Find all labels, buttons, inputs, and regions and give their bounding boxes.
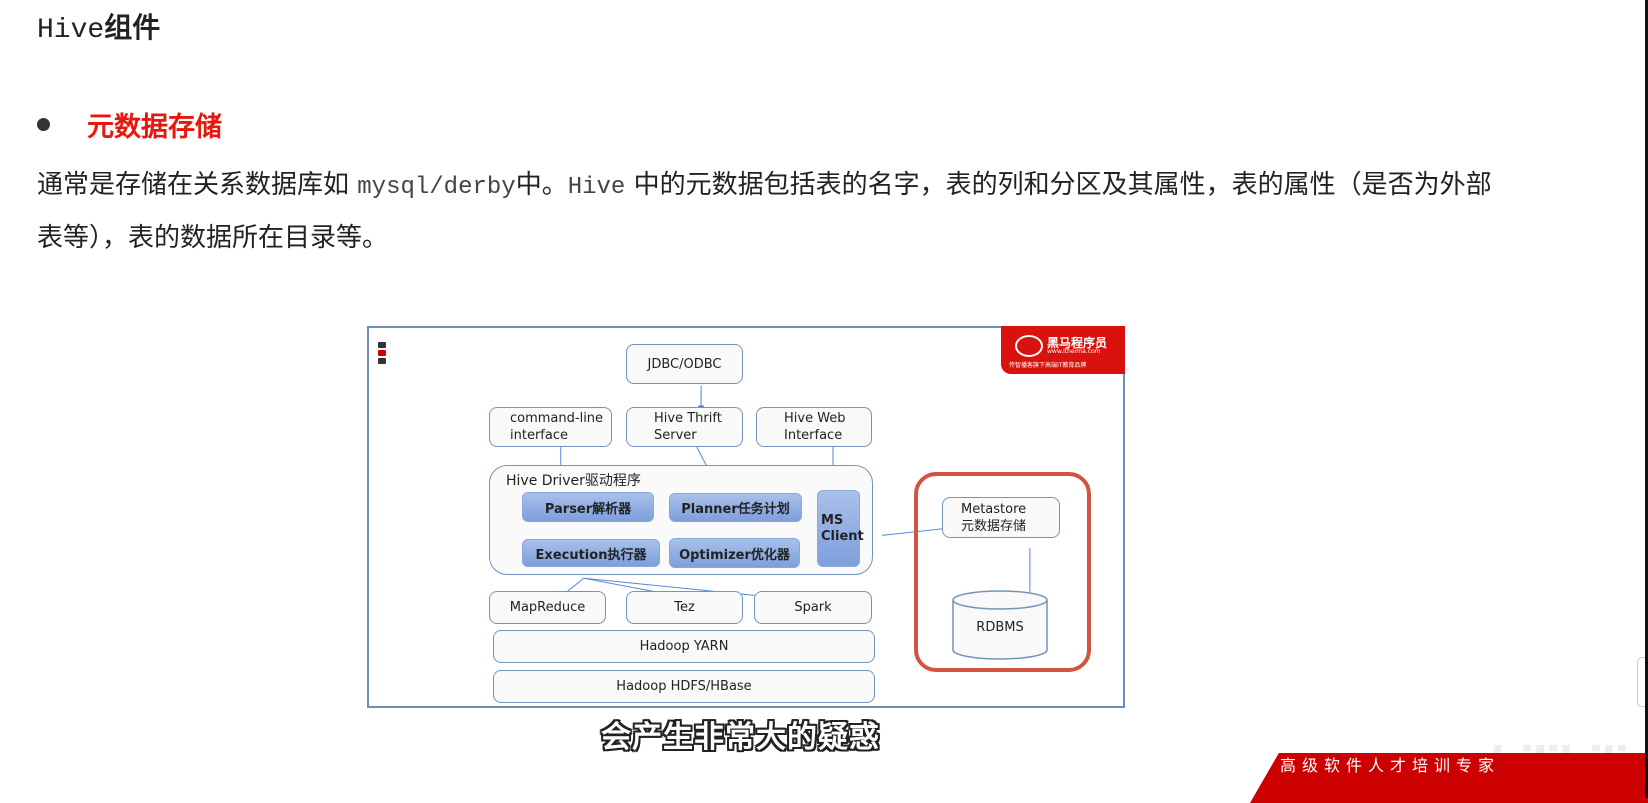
jdbc-odbc-box: JDBC/ODBC — [626, 344, 743, 384]
bullet-dot-icon — [37, 117, 50, 131]
command-line-interface-box: command-line interface — [489, 407, 612, 447]
itheima-logo: 黑马程序员 www.itheima.com 传智播客旗下高端IT教育品牌 — [1001, 326, 1125, 374]
hive-thrift-server-box: Hive Thrift Server — [626, 407, 743, 447]
driver-label: Hive Driver驱动程序 — [506, 473, 641, 489]
planner-box: Planner任务计划 — [669, 493, 802, 522]
side-scroll-handle[interactable] — [1637, 657, 1645, 707]
hadoop-hdfs-hbase-box: Hadoop HDFS/HBase — [493, 670, 875, 703]
thrift-line-2: Server — [654, 428, 697, 443]
mapreduce-box: MapReduce — [489, 591, 606, 624]
thrift-label: Hive Thrift Server — [654, 410, 722, 444]
tez-box: Tez — [626, 591, 743, 624]
logo-url: www.itheima.com — [1047, 348, 1101, 355]
cli-label: command-line interface — [510, 410, 603, 444]
spark-label: Spark — [794, 600, 832, 615]
jdbc-label: JDBC/ODBC — [647, 356, 722, 372]
hdfs-label: Hadoop HDFS/HBase — [616, 679, 752, 694]
bullet-heading: 元数据存储 — [87, 111, 222, 143]
ms-client-line-1: MS — [821, 512, 844, 528]
rdbms-label: RDBMS — [976, 620, 1024, 635]
metastore-box: Metastore 元数据存储 — [942, 497, 1060, 538]
web-line-2: Interface — [784, 428, 843, 443]
slide-menu-icon — [378, 342, 386, 366]
planner-label: Planner任务计划 — [681, 502, 790, 517]
ms-client-label: MS Client — [821, 513, 864, 545]
cli-line-1: command-line — [510, 411, 604, 426]
parser-box: Parser解析器 — [522, 492, 654, 522]
thrift-line-1: Hive Thrift — [654, 411, 722, 426]
para-code-1: mysql/derby — [357, 174, 516, 201]
banner-text: 高级软件人才培训专家 — [1280, 756, 1501, 775]
metastore-label: Metastore 元数据存储 — [961, 501, 1026, 535]
hadoop-yarn-box: Hadoop YARN — [493, 630, 875, 663]
title-cjk: 组件 — [104, 11, 161, 44]
para-text-2: 中。 — [515, 170, 568, 200]
yarn-label: Hadoop YARN — [639, 639, 729, 654]
para-code-2: Hive — [567, 174, 626, 201]
horse-logo-icon — [1015, 335, 1043, 357]
cli-line-2: interface — [510, 428, 568, 443]
optimizer-label: Optimizer优化器 — [679, 547, 790, 563]
execution-label: Execution执行器 — [535, 547, 647, 563]
rdbms-cylinder: RDBMS — [952, 590, 1048, 660]
web-line-1: Hive Web — [784, 411, 846, 426]
parser-label: Parser解析器 — [544, 501, 632, 517]
ms-client-box: MS Client — [817, 490, 864, 567]
optimizer-box: Optimizer优化器 — [669, 538, 800, 568]
execution-box: Execution执行器 — [522, 539, 660, 567]
hive-driver-container: Hive Driver驱动程序 Parser解析器 Planner任务计划 Ex… — [489, 465, 873, 575]
metastore-line-1: Metastore — [961, 501, 1027, 517]
video-subtitle: 会产生非常大的疑惑 — [601, 720, 880, 755]
logo-slogan: 传智播客旗下高端IT教育品牌 — [1009, 362, 1087, 369]
spark-box: Spark — [754, 591, 872, 624]
page-title: Hive组件 — [37, 8, 160, 51]
web-label: Hive Web Interface — [784, 410, 846, 444]
metastore-line-2: 元数据存储 — [961, 518, 1027, 534]
description-paragraph: 通常是存储在关系数据库如 mysql/derby中。Hive 中的元数据包括表的… — [37, 160, 1517, 263]
tez-label: Tez — [674, 600, 695, 615]
mapreduce-label: MapReduce — [509, 600, 586, 615]
hive-architecture-diagram: 黑马程序员 www.itheima.com 传智播客旗下高端IT教育品牌 JDB… — [367, 326, 1125, 708]
hive-web-interface-box: Hive Web Interface — [756, 407, 872, 447]
ms-client-line-2: Client — [821, 528, 864, 544]
para-text-1: 通常是存储在关系数据库如 — [37, 170, 358, 200]
bullet-heading-row: 元数据存储 — [37, 104, 222, 144]
title-latin: Hive — [37, 15, 105, 46]
